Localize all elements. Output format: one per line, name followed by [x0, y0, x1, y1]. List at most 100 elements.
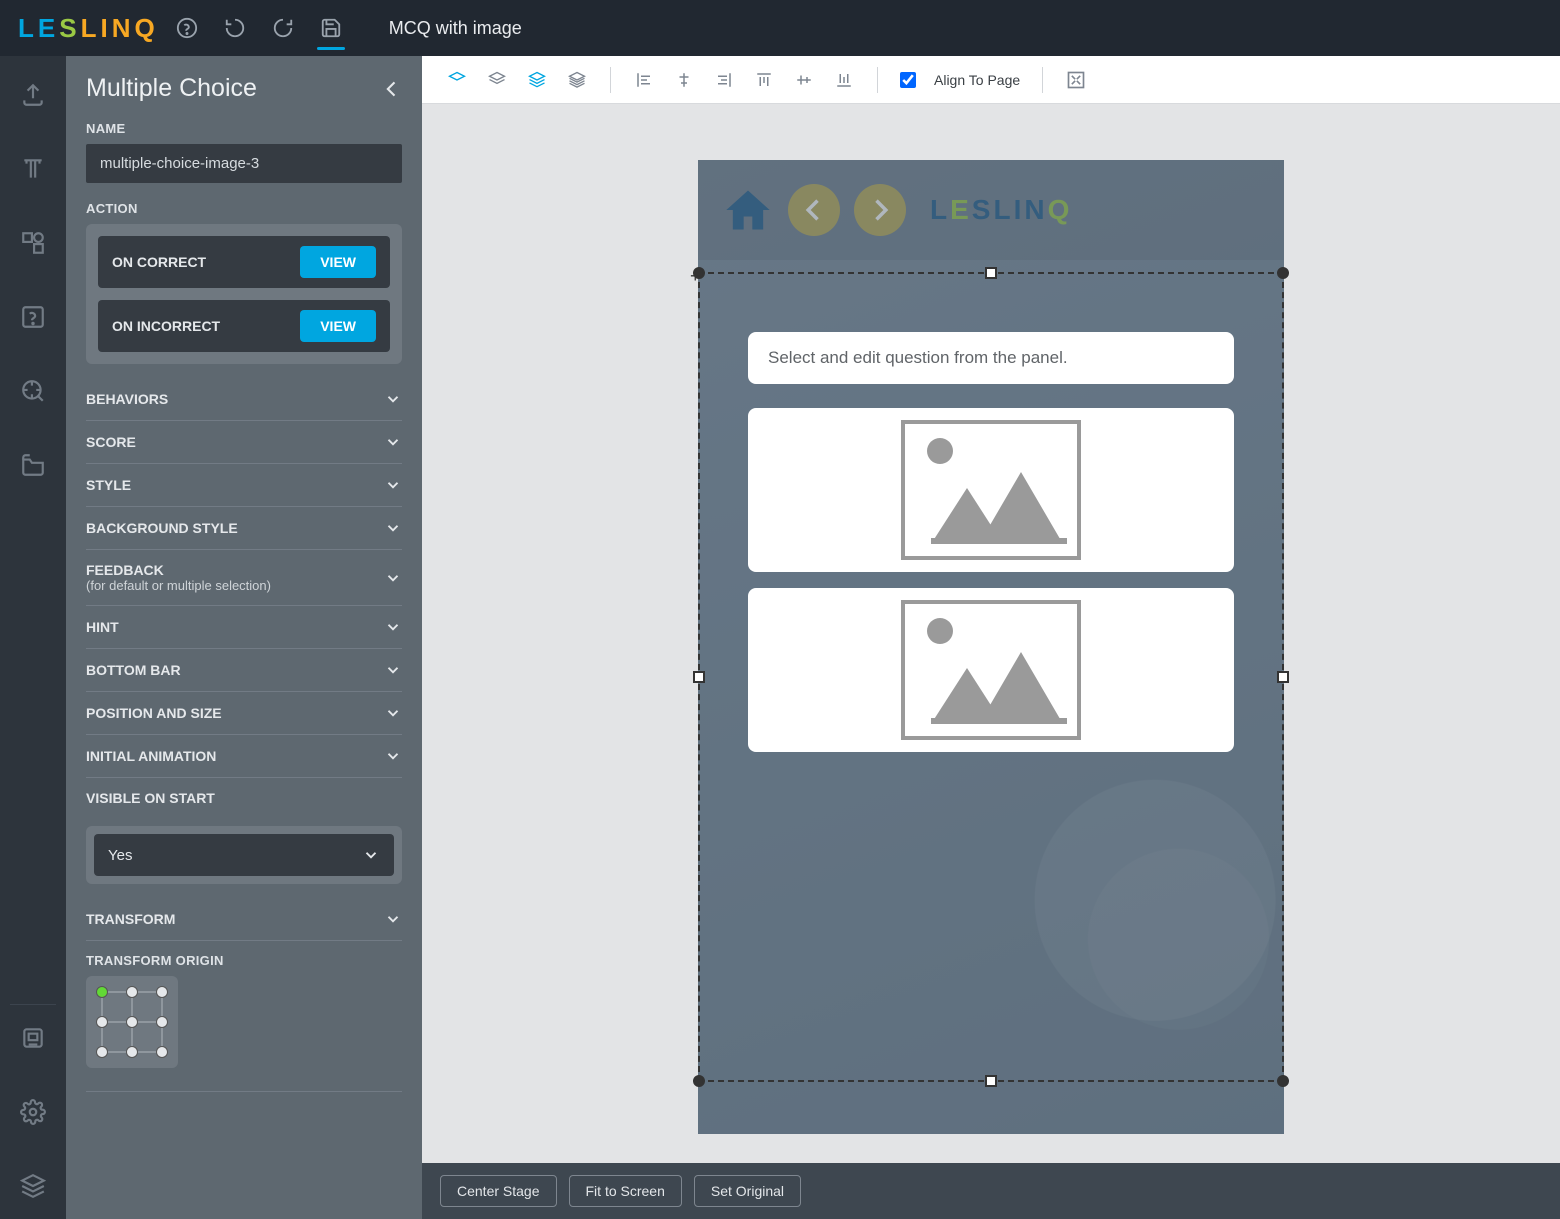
chevron-down-icon [384, 910, 402, 928]
accord-hint[interactable]: HINT [86, 606, 402, 649]
layer-4-icon[interactable] [566, 69, 588, 91]
accord-label: INITIAL ANIMATION [86, 748, 216, 764]
align-top-icon[interactable] [753, 69, 775, 91]
image-placeholder-icon [901, 600, 1081, 740]
accord-bottom-bar[interactable]: BOTTOM BAR [86, 649, 402, 692]
panel-title: Multiple Choice [86, 74, 257, 103]
settings-icon[interactable] [18, 1097, 48, 1127]
undo-icon[interactable] [217, 10, 253, 46]
transform-origin-label: TRANSFORM ORIGIN [86, 953, 402, 968]
chevron-down-icon [384, 618, 402, 636]
visible-select[interactable]: Yes [94, 834, 394, 876]
action-label: ACTION [86, 201, 402, 216]
origin-node[interactable] [156, 1016, 168, 1028]
chevron-down-icon [384, 390, 402, 408]
origin-node[interactable] [156, 986, 168, 998]
view-correct-button[interactable]: VIEW [300, 246, 376, 278]
phone-preview: LESLINQ Select and edit question from th… [698, 160, 1284, 1134]
align-right-icon[interactable] [713, 69, 735, 91]
align-center-h-icon[interactable] [673, 69, 695, 91]
feedback-sub: (for default or multiple selection) [86, 578, 271, 593]
target-icon[interactable] [18, 376, 48, 406]
action-row-label: ON INCORRECT [112, 318, 220, 334]
visible-value: Yes [108, 847, 132, 864]
image-placeholder-icon [901, 420, 1081, 560]
align-center-v-icon[interactable] [793, 69, 815, 91]
chevron-down-icon [384, 704, 402, 722]
redo-icon[interactable] [265, 10, 301, 46]
answer-image-1[interactable] [748, 408, 1234, 572]
folder-icon[interactable] [18, 450, 48, 480]
origin-node[interactable] [126, 1016, 138, 1028]
upload-icon[interactable] [18, 80, 48, 110]
answer-image-2[interactable] [748, 588, 1234, 752]
help-icon[interactable] [169, 10, 205, 46]
origin-node[interactable] [126, 986, 138, 998]
registration-point-icon: + [690, 266, 701, 287]
layers-icon[interactable] [18, 1171, 48, 1201]
fit-to-screen-button[interactable]: Fit to Screen [569, 1175, 682, 1207]
shapes-icon[interactable] [18, 228, 48, 258]
accord-style[interactable]: STYLE [86, 464, 402, 507]
layer-3-icon[interactable] [526, 69, 548, 91]
accord-label: STYLE [86, 477, 131, 493]
transform-origin-grid[interactable] [86, 976, 178, 1068]
layer-2-icon[interactable] [486, 69, 508, 91]
action-box: ON CORRECT VIEW ON INCORRECT VIEW [86, 224, 402, 364]
accord-label: BACKGROUND STYLE [86, 520, 238, 536]
align-to-page-checkbox[interactable] [900, 72, 916, 88]
question-card[interactable]: Select and edit question from the panel. [748, 332, 1234, 384]
accord-transform[interactable]: TRANSFORM [86, 898, 402, 941]
view-incorrect-button[interactable]: VIEW [300, 310, 376, 342]
fullscreen-icon[interactable] [1065, 69, 1087, 91]
origin-node[interactable] [156, 1046, 168, 1058]
accord-feedback[interactable]: FEEDBACK (for default or multiple select… [86, 550, 402, 606]
align-left-icon[interactable] [633, 69, 655, 91]
accord-label: HINT [86, 619, 119, 635]
chevron-down-icon [384, 476, 402, 494]
origin-node[interactable] [126, 1046, 138, 1058]
panel-back-icon[interactable] [382, 75, 402, 103]
save-icon[interactable] [313, 10, 349, 46]
center-stage-button[interactable]: Center Stage [440, 1175, 557, 1207]
chevron-down-icon [384, 661, 402, 679]
origin-node[interactable] [96, 986, 108, 998]
align-toolbar: Align To Page [422, 56, 1560, 104]
feedback-label: FEEDBACK [86, 562, 271, 578]
chevron-down-icon [384, 747, 402, 765]
accord-label: POSITION AND SIZE [86, 705, 222, 721]
canvas-area[interactable]: LESLINQ Select and edit question from th… [422, 104, 1560, 1163]
set-original-button[interactable]: Set Original [694, 1175, 801, 1207]
accord-label: SCORE [86, 434, 136, 450]
visible-label: VISIBLE ON START [86, 790, 215, 806]
app-logo: LESLINQ [18, 13, 157, 44]
accord-label: BOTTOM BAR [86, 662, 181, 678]
chevron-down-icon [384, 569, 402, 587]
align-bottom-icon[interactable] [833, 69, 855, 91]
align-to-page-label: Align To Page [934, 72, 1020, 88]
text-icon[interactable] [18, 154, 48, 184]
chevron-down-icon [384, 519, 402, 537]
origin-node[interactable] [96, 1046, 108, 1058]
help-square-icon[interactable] [18, 302, 48, 332]
accord-background-style[interactable]: BACKGROUND STYLE [86, 507, 402, 550]
action-on-correct: ON CORRECT VIEW [98, 236, 390, 288]
accord-score[interactable]: SCORE [86, 421, 402, 464]
name-label: NAME [86, 121, 402, 136]
accord-position-and-size[interactable]: POSITION AND SIZE [86, 692, 402, 735]
accord-initial-animation[interactable]: INITIAL ANIMATION [86, 735, 402, 778]
origin-node[interactable] [96, 1016, 108, 1028]
accord-visible: VISIBLE ON START [86, 778, 402, 818]
app-topbar: LESLINQ MCQ with image [0, 0, 1560, 56]
transform-label: TRANSFORM [86, 911, 175, 927]
disk-icon[interactable] [18, 1023, 48, 1053]
name-input[interactable] [86, 144, 402, 183]
action-on-incorrect: ON INCORRECT VIEW [98, 300, 390, 352]
canvas-footer: Center Stage Fit to Screen Set Original [422, 1163, 1560, 1219]
document-title: MCQ with image [389, 18, 522, 39]
action-row-label: ON CORRECT [112, 254, 206, 270]
accord-behaviors[interactable]: BEHAVIORS [86, 378, 402, 421]
visible-select-wrap: Yes [86, 826, 402, 884]
layer-1-icon[interactable] [446, 69, 468, 91]
left-nav [0, 56, 66, 1219]
